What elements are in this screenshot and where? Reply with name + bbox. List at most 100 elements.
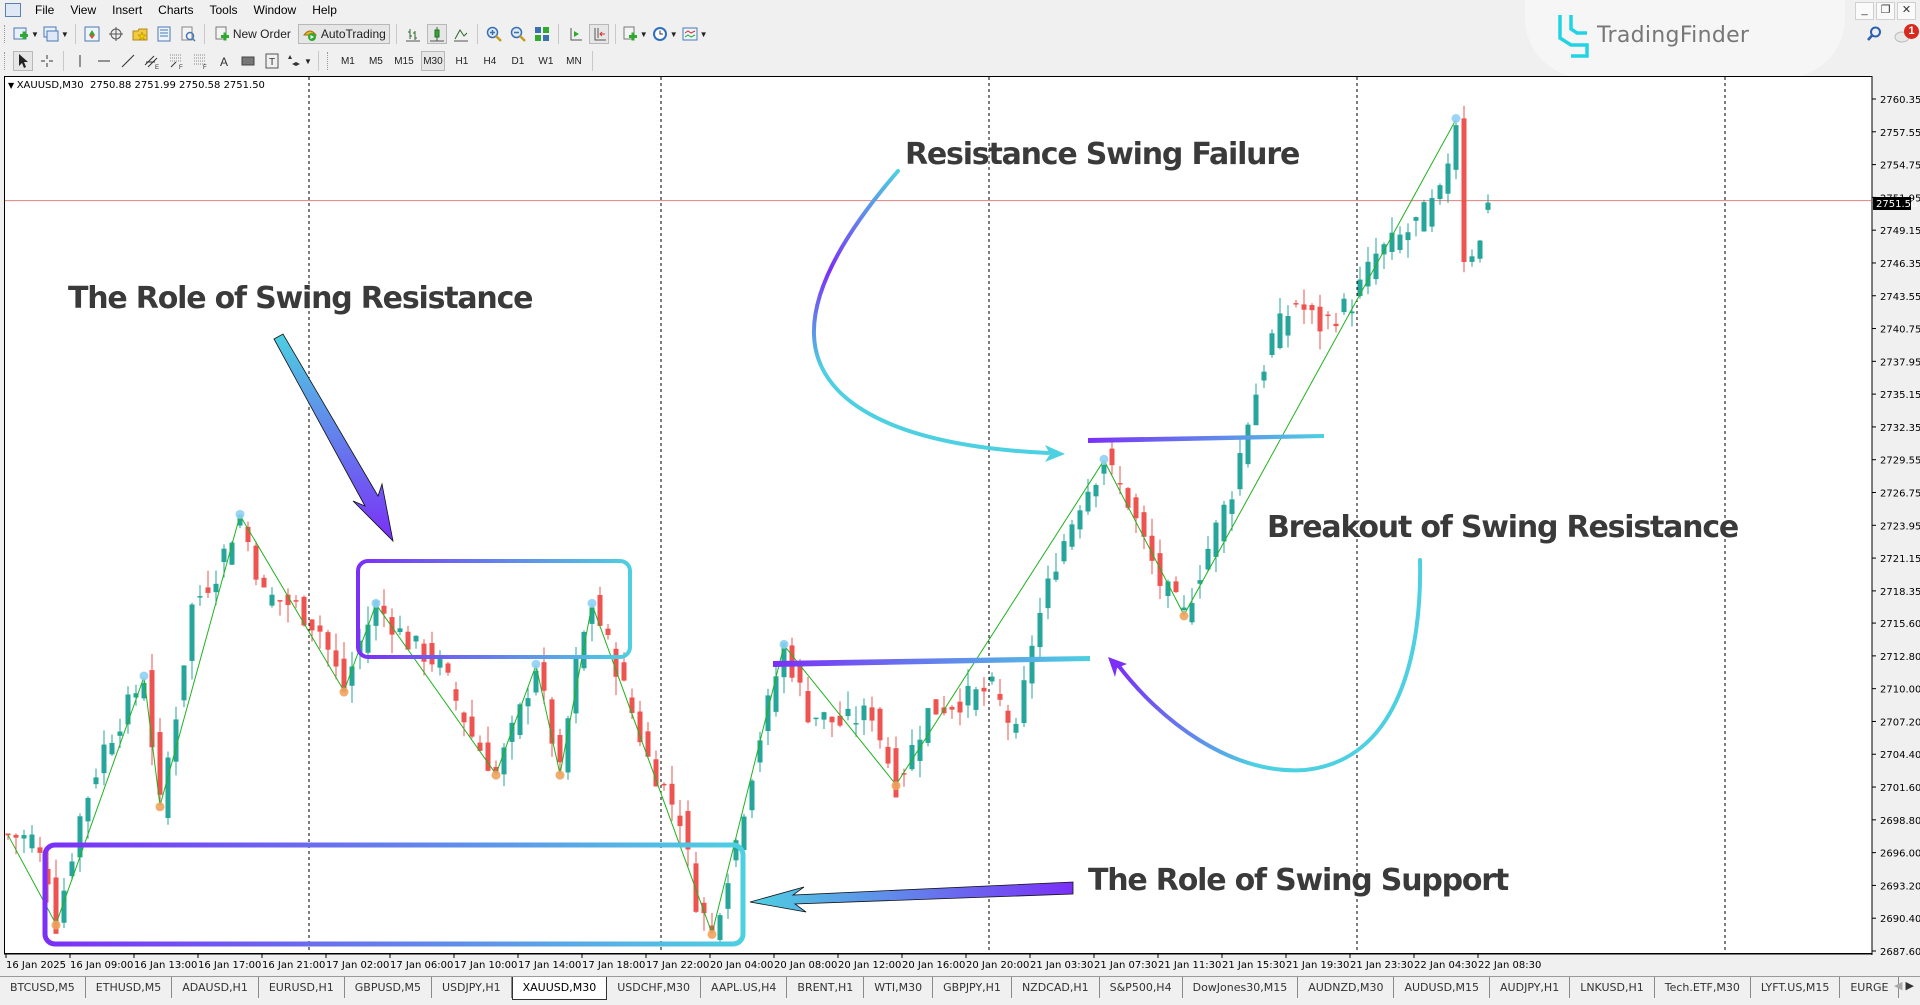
candle bbox=[93, 768, 99, 789]
candle-body bbox=[309, 619, 315, 631]
tab-eurge[interactable]: EURGE bbox=[1840, 977, 1900, 998]
tab-s-p500-h4[interactable]: S&P500,H4 bbox=[1100, 977, 1183, 998]
candle-body bbox=[1037, 612, 1043, 648]
tab-btcusd-m5[interactable]: BTCUSD,M5 bbox=[0, 977, 86, 998]
price-tick-label: 2740.75 bbox=[1880, 325, 1920, 336]
time-tick-label: 21 Jan 23:30 bbox=[1350, 960, 1413, 971]
candle-body bbox=[1085, 491, 1091, 512]
candle-body bbox=[213, 583, 219, 593]
candle bbox=[365, 606, 371, 664]
candle-body bbox=[997, 693, 1003, 700]
tab-gbpusd-m5[interactable]: GBPUSD,M5 bbox=[345, 977, 432, 998]
tab-aapl-us-h4[interactable]: AAPL.US,H4 bbox=[701, 977, 788, 998]
tab-gbpjpy-h1[interactable]: GBPJPY,H1 bbox=[933, 977, 1012, 998]
candle bbox=[693, 851, 699, 914]
candle bbox=[277, 599, 283, 616]
tab-usdjpy-h1[interactable]: USDJPY,H1 bbox=[432, 977, 512, 998]
candle-body bbox=[1229, 499, 1235, 514]
swing-low-dot bbox=[491, 770, 501, 780]
candle bbox=[13, 833, 19, 855]
breakout-curve bbox=[1116, 558, 1423, 773]
candle-body bbox=[1093, 485, 1099, 497]
candle-body bbox=[813, 717, 819, 720]
time-tick-label: 22 Jan 08:30 bbox=[1478, 960, 1541, 971]
candle-body bbox=[1213, 522, 1219, 557]
candle bbox=[789, 637, 795, 682]
price-tick-label: 2749.15 bbox=[1880, 226, 1920, 237]
candle-body bbox=[261, 577, 267, 588]
candle-body bbox=[125, 694, 131, 725]
tab-dowjones30-m15[interactable]: DowJones30,M15 bbox=[1183, 977, 1299, 998]
swing-high-dot bbox=[371, 598, 381, 608]
candle-body bbox=[1109, 448, 1115, 466]
price-tick-label: 2737.95 bbox=[1880, 357, 1920, 368]
tab-wti-m30[interactable]: WTI,M30 bbox=[864, 977, 934, 998]
candle-body bbox=[805, 691, 811, 723]
scroll-right-icon[interactable]: ▶ bbox=[1906, 980, 1914, 992]
tab-adausd-h1[interactable]: ADAUSD,H1 bbox=[172, 977, 259, 998]
candle-body bbox=[1301, 304, 1307, 310]
candle bbox=[1141, 505, 1147, 550]
candle bbox=[1365, 246, 1371, 295]
candle bbox=[1309, 303, 1315, 324]
candle bbox=[1301, 289, 1307, 325]
price-axis: 2760.352757.552754.752751.952749.152746.… bbox=[1872, 95, 1920, 958]
time-tick-label: 17 Jan 14:00 bbox=[518, 960, 581, 971]
time-tick-label: 20 Jan 20:00 bbox=[966, 960, 1029, 971]
candle-body bbox=[869, 707, 875, 721]
candle-body bbox=[253, 545, 259, 580]
candle-body bbox=[1477, 240, 1483, 259]
price-tick-label: 2693.20 bbox=[1880, 881, 1920, 892]
tab-ethusd-m5[interactable]: ETHUSD,M5 bbox=[86, 977, 173, 998]
symbol-ohlc: XAUUSD,M30 2750.88 2751.99 2750.58 2751.… bbox=[16, 80, 265, 91]
candle bbox=[1445, 153, 1451, 203]
candle-body bbox=[1237, 453, 1243, 490]
candle bbox=[205, 570, 211, 598]
candle bbox=[981, 676, 987, 706]
candle-body bbox=[861, 705, 867, 721]
swing-high-dot bbox=[1451, 113, 1461, 123]
candle bbox=[21, 829, 27, 854]
tab-audusd-m15[interactable]: AUDUSD,M15 bbox=[1394, 977, 1491, 998]
price-tick-label: 2729.55 bbox=[1880, 456, 1920, 467]
tab-scroll-arrows[interactable]: ◀ ▶ bbox=[1894, 979, 1914, 992]
tab-nzdcad-h1[interactable]: NZDCAD,H1 bbox=[1012, 977, 1100, 998]
swing-points bbox=[51, 113, 1461, 939]
candle bbox=[869, 696, 875, 732]
candle-body bbox=[1445, 163, 1451, 194]
candle bbox=[861, 698, 867, 735]
candle-body bbox=[629, 697, 635, 714]
candle bbox=[341, 642, 347, 693]
candle-body bbox=[221, 548, 227, 563]
current-price-label: 2751.50 bbox=[1876, 199, 1917, 210]
candle bbox=[1285, 305, 1291, 348]
candle-body bbox=[1405, 232, 1411, 241]
candle bbox=[461, 711, 467, 737]
tab-audnzd-m30[interactable]: AUDNZD,M30 bbox=[1298, 977, 1395, 998]
swing-support-box bbox=[42, 842, 746, 947]
candle-body bbox=[445, 663, 451, 673]
tab-lyft-us-m15[interactable]: LYFT.US,M15 bbox=[1751, 977, 1841, 998]
tab-brent-h1[interactable]: BRENT,H1 bbox=[787, 977, 865, 998]
collapse-triangle-icon[interactable]: ▼ bbox=[8, 81, 17, 90]
chart-tabs: BTCUSD,M5 ETHUSD,M5 ADAUSD,H1 EURUSD,H1 GBPU… bbox=[0, 976, 1920, 1001]
candle bbox=[1413, 216, 1419, 237]
tab-usdchf-m30[interactable]: USDCHF,M30 bbox=[607, 977, 701, 998]
tab-xauusd-m30[interactable]: XAUUSD,M30 bbox=[511, 977, 608, 1000]
tab-lnkusd-h1[interactable]: LNKUSD,H1 bbox=[1570, 977, 1655, 998]
candle-body bbox=[525, 698, 531, 707]
tab-audjpy-h1[interactable]: AUDJPY,H1 bbox=[1490, 977, 1571, 998]
time-tick-label: 17 Jan 22:00 bbox=[646, 960, 709, 971]
candle-body bbox=[1125, 488, 1131, 508]
price-tick-label: 2754.75 bbox=[1880, 161, 1920, 172]
tab-eurusd-h1[interactable]: EURUSD,H1 bbox=[259, 977, 345, 998]
candle bbox=[261, 574, 267, 588]
candle bbox=[1269, 329, 1275, 358]
candle bbox=[1405, 223, 1411, 258]
scroll-left-icon[interactable]: ◀ bbox=[1894, 980, 1902, 992]
candle-body bbox=[989, 676, 995, 682]
candle-body bbox=[1421, 202, 1427, 232]
tab-tech-etf-m30[interactable]: Tech.ETF,M30 bbox=[1655, 977, 1751, 998]
candle-body bbox=[829, 716, 835, 723]
candle-body bbox=[885, 746, 891, 764]
